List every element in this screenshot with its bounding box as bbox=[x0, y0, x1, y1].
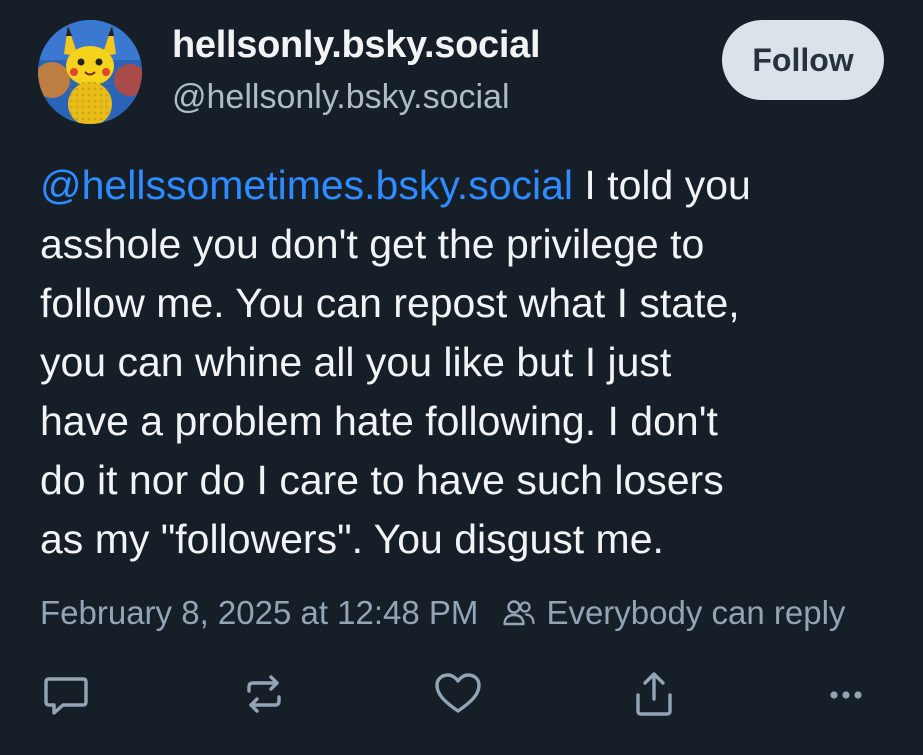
mention-link[interactable]: @hellssometimes.bsky.social bbox=[40, 162, 573, 208]
post-body: @hellssometimes.bsky.social I told you a… bbox=[40, 156, 900, 569]
share-icon bbox=[636, 672, 672, 716]
post-actions bbox=[0, 664, 923, 724]
post-meta: February 8, 2025 at 12:48 PM Everybody c… bbox=[40, 594, 845, 632]
more-icon bbox=[830, 691, 862, 699]
share-button[interactable] bbox=[624, 664, 684, 724]
post-text: I told you asshole you don't get the pri… bbox=[40, 162, 751, 562]
reply-setting-label: Everybody can reply bbox=[546, 594, 846, 631]
reply-setting[interactable]: Everybody can reply bbox=[502, 594, 845, 632]
like-button[interactable] bbox=[428, 664, 488, 724]
post-card: hellsonly.bsky.social @hellsonly.bsky.so… bbox=[0, 0, 923, 755]
follow-button[interactable]: Follow bbox=[722, 20, 884, 100]
post-timestamp[interactable]: February 8, 2025 at 12:48 PM bbox=[40, 594, 478, 632]
like-icon bbox=[435, 673, 481, 713]
more-options-button[interactable] bbox=[816, 664, 876, 724]
author-display-name[interactable]: hellsonly.bsky.social bbox=[172, 24, 541, 67]
pikachu-avatar-image bbox=[38, 20, 142, 124]
reply-button[interactable] bbox=[36, 664, 96, 724]
reply-icon bbox=[44, 677, 88, 715]
repost-button[interactable] bbox=[234, 664, 294, 724]
author-avatar[interactable] bbox=[38, 20, 142, 124]
people-icon bbox=[503, 600, 536, 626]
author-handle[interactable]: @hellsonly.bsky.social bbox=[172, 78, 510, 117]
repost-icon bbox=[247, 675, 281, 713]
